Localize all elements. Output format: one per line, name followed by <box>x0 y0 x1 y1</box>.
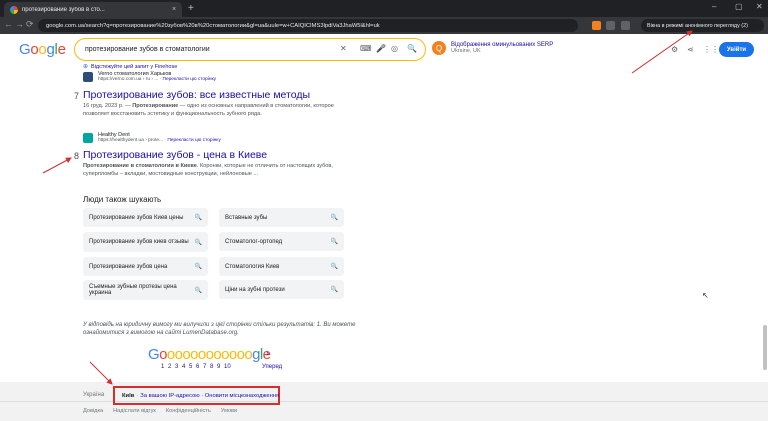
annotation-arrows <box>42 30 693 385</box>
annotation-arrow <box>42 157 72 174</box>
mouse-cursor-icon: ↖ <box>702 291 709 300</box>
annotation-arrow <box>631 30 693 74</box>
annotation-arrow <box>89 361 113 385</box>
